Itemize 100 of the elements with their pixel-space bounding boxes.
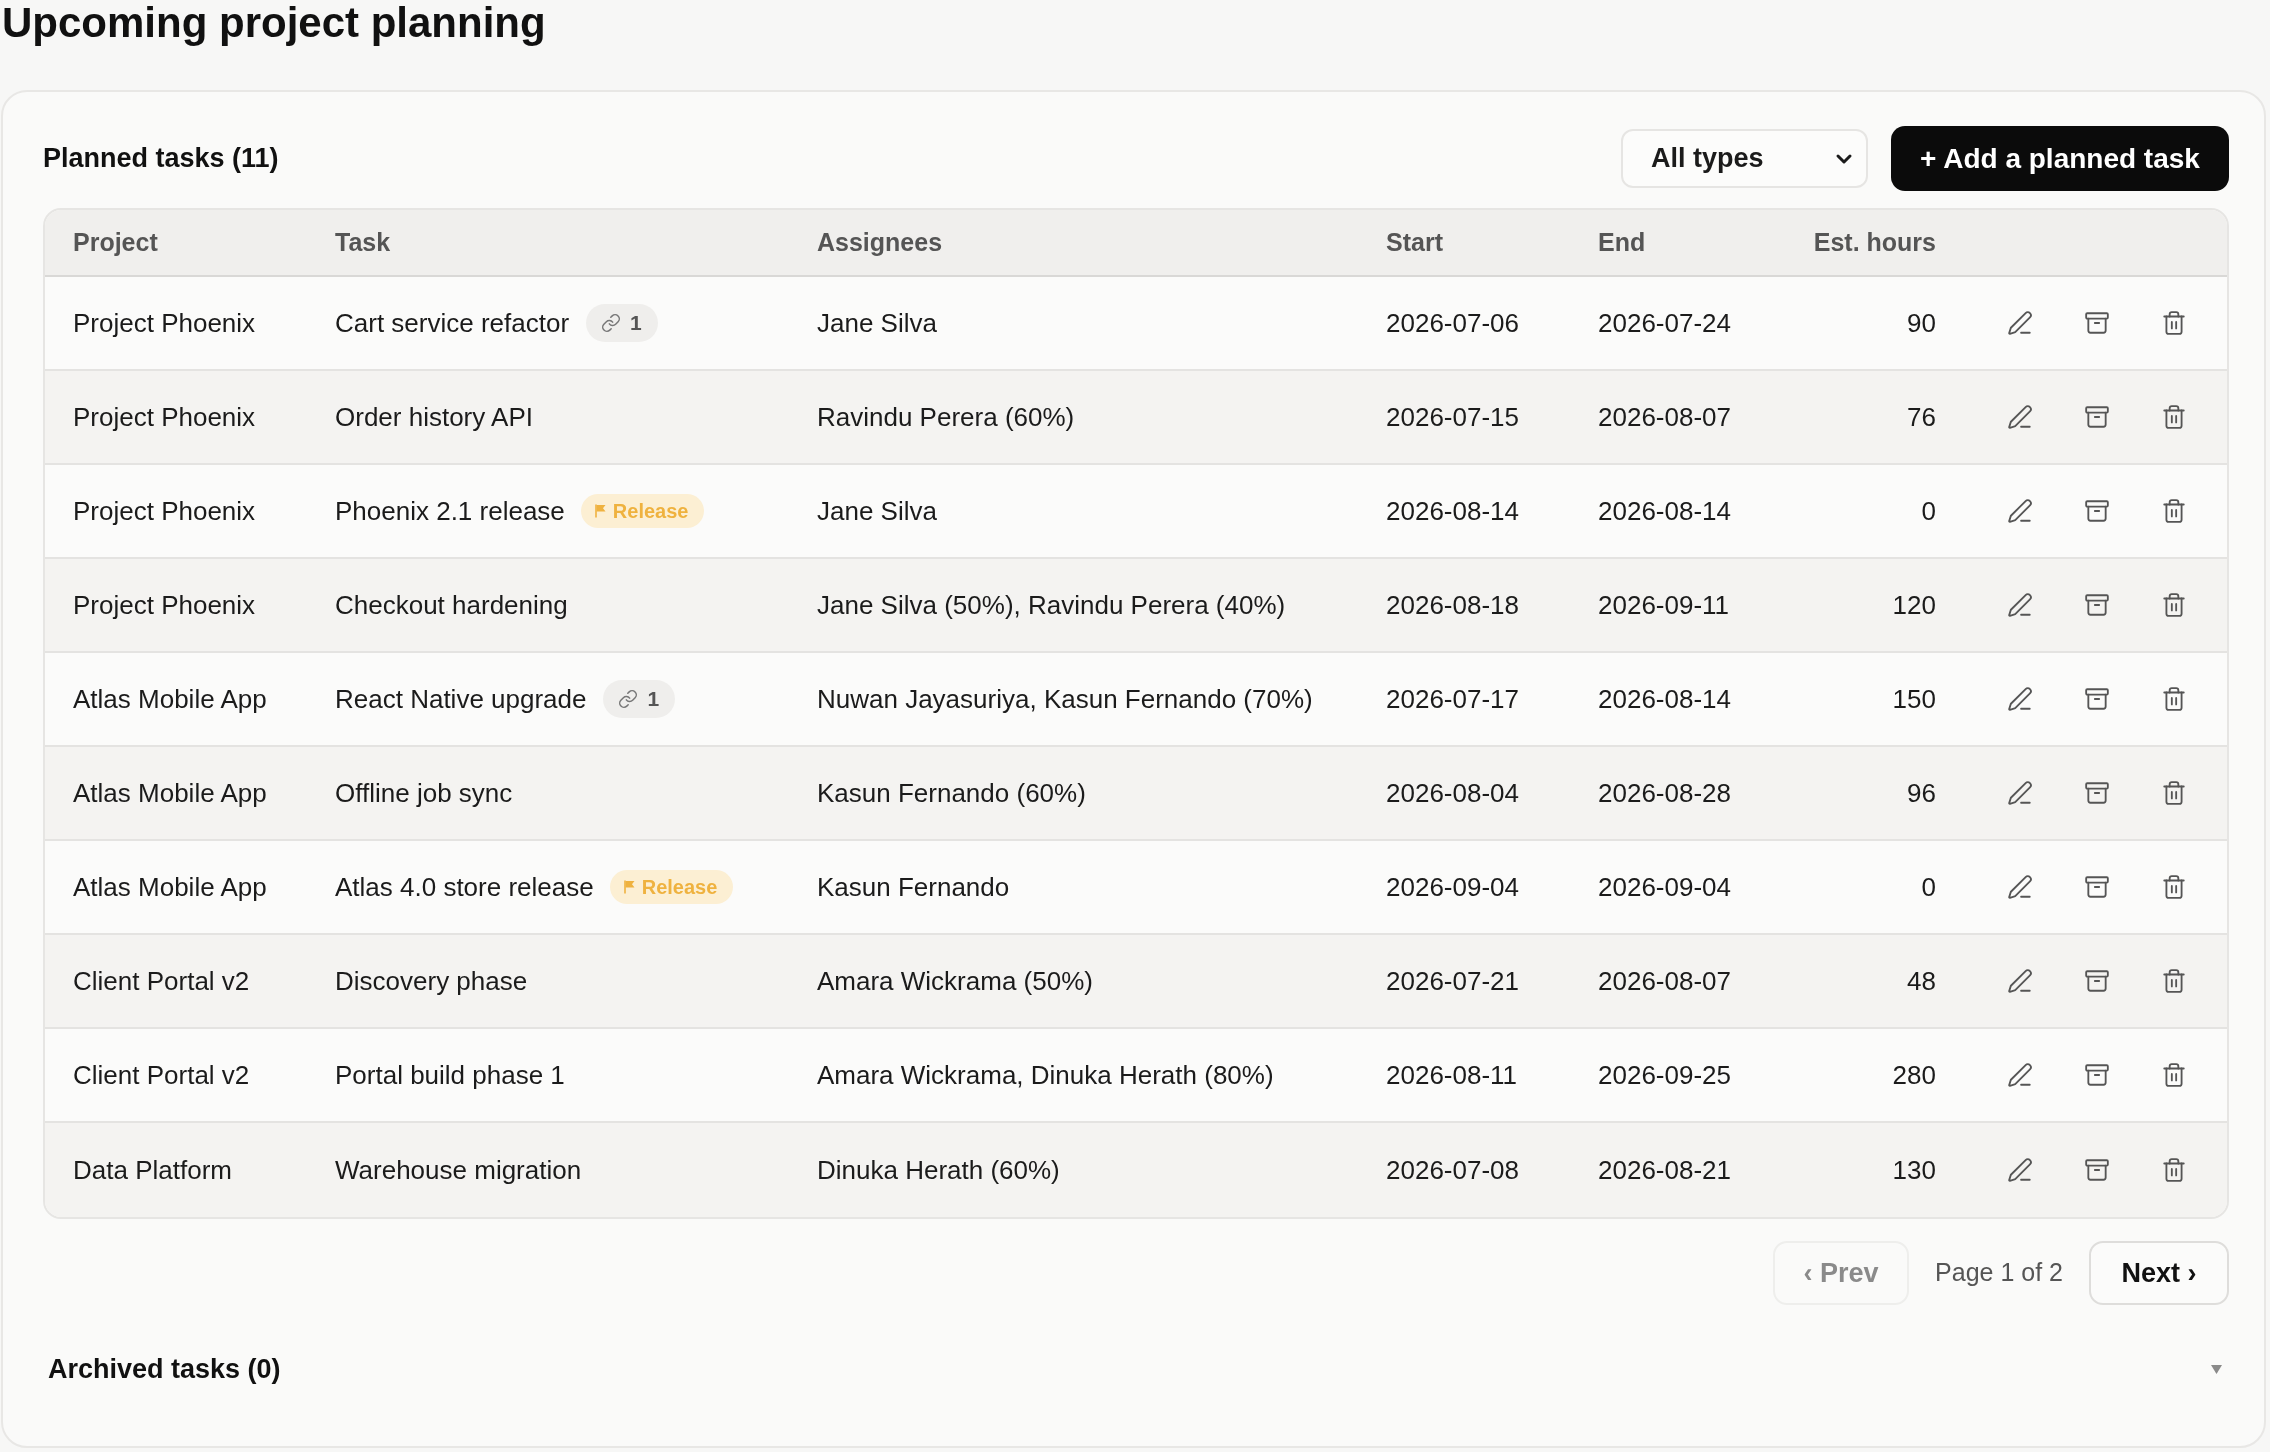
start-date: 2026-07-06	[1386, 306, 1519, 340]
end-date: 2026-08-14	[1598, 682, 1731, 716]
archive-box-icon	[2084, 592, 2110, 618]
estimated-hours: 120	[1892, 588, 1936, 622]
trash-icon	[2161, 498, 2187, 524]
end-date: 2026-08-07	[1598, 964, 1731, 998]
pencil-icon	[2007, 686, 2033, 712]
task-name: Atlas 4.0 store release	[335, 870, 594, 904]
start-date: 2026-09-04	[1386, 870, 1519, 904]
archived-tasks-heading[interactable]: Archived tasks (0)	[48, 1348, 281, 1390]
section-title: Planned tasks (11)	[43, 142, 279, 176]
flag-icon	[594, 504, 606, 518]
trash-icon	[2161, 1157, 2187, 1183]
start-date: 2026-08-04	[1386, 776, 1519, 810]
project-name: Project Phoenix	[73, 588, 256, 622]
pencil-icon	[2007, 592, 2033, 618]
assignees-text: Dinuka Herath (60%)	[817, 1153, 1060, 1187]
pencil-icon	[2007, 1062, 2033, 1088]
page-title: Upcoming project planning	[1, 0, 546, 46]
next-page-button[interactable]: Next ›	[2089, 1241, 2229, 1305]
start-date: 2026-07-08	[1386, 1153, 1519, 1187]
pencil-icon	[2007, 874, 2033, 900]
task-name: Portal build phase 1	[335, 1058, 565, 1092]
assignees-text: Jane Silva	[817, 494, 937, 528]
archive-box-icon	[2084, 968, 2110, 994]
trash-icon	[2161, 874, 2187, 900]
pencil-icon	[2007, 310, 2033, 336]
assignees-text: Ravindu Perera (60%)	[817, 400, 1075, 434]
project-name: Project Phoenix	[73, 306, 256, 340]
archive-box-icon	[2084, 404, 2110, 430]
task-name: Phoenix 2.1 release	[335, 494, 565, 528]
archive-box-icon	[2084, 874, 2110, 900]
estimated-hours: 0	[1921, 870, 1936, 904]
estimated-hours: 96	[1907, 776, 1936, 810]
archive-box-icon	[2084, 1157, 2110, 1183]
link-icon	[618, 689, 639, 709]
task-name: Discovery phase	[335, 964, 528, 998]
pencil-icon	[2007, 780, 2033, 806]
column-header: Est. hours	[1813, 226, 1936, 258]
assignees-text: Nuwan Jayasuriya, Kasun Fernando (70%)	[817, 682, 1313, 716]
estimated-hours: 280	[1892, 1058, 1936, 1092]
archive-box-icon	[2084, 310, 2110, 336]
pencil-icon	[2007, 968, 2033, 994]
start-date: 2026-08-18	[1386, 588, 1519, 622]
assignees-text: Jane Silva (50%), Ravindu Perera (40%)	[817, 588, 1286, 622]
archive-box-icon	[2084, 686, 2110, 712]
release-label: Release	[641, 875, 718, 900]
link-icon	[601, 313, 622, 333]
trash-icon	[2161, 310, 2187, 336]
task-name: Offline job sync	[335, 776, 513, 810]
task-name: React Native upgrade	[335, 682, 587, 716]
pencil-icon	[2007, 1157, 2033, 1183]
trash-icon	[2161, 592, 2187, 618]
archive-box-icon	[2084, 780, 2110, 806]
project-name: Project Phoenix	[73, 400, 256, 434]
project-name: Atlas Mobile App	[73, 682, 267, 716]
task-name: Cart service refactor	[335, 306, 570, 340]
start-date: 2026-08-14	[1386, 494, 1519, 528]
end-date: 2026-08-07	[1598, 400, 1731, 434]
project-name: Client Portal v2	[73, 964, 250, 998]
estimated-hours: 130	[1892, 1153, 1936, 1187]
column-header: Start	[1386, 226, 1443, 258]
estimated-hours: 0	[1921, 494, 1936, 528]
task-name: Order history API	[335, 400, 533, 434]
end-date: 2026-09-25	[1598, 1058, 1731, 1092]
link-count: 1	[630, 310, 642, 337]
estimated-hours: 48	[1907, 964, 1936, 998]
end-date: 2026-09-04	[1598, 870, 1731, 904]
assignees-text: Amara Wickrama, Dinuka Herath (80%)	[817, 1058, 1274, 1092]
estimated-hours: 90	[1907, 306, 1936, 340]
type-select[interactable]: All types	[1621, 129, 1868, 188]
column-header: Task	[335, 226, 391, 258]
archive-box-icon	[2084, 1062, 2110, 1088]
start-date: 2026-08-11	[1386, 1058, 1518, 1092]
estimated-hours: 150	[1892, 682, 1936, 716]
link-count: 1	[647, 686, 660, 713]
column-header: Assignees	[817, 226, 943, 258]
start-date: 2026-07-17	[1386, 682, 1519, 716]
start-date: 2026-07-15	[1386, 400, 1519, 434]
end-date: 2026-09-11	[1598, 588, 1730, 622]
release-label: Release	[612, 499, 689, 524]
end-date: 2026-07-24	[1598, 306, 1731, 340]
trash-icon	[2161, 968, 2187, 994]
trash-icon	[2161, 780, 2187, 806]
pencil-icon	[2007, 498, 2033, 524]
page-indicator: Page 1 of 2	[1935, 1257, 2063, 1289]
estimated-hours: 76	[1907, 400, 1936, 434]
flag-icon	[623, 880, 635, 894]
start-date: 2026-07-21	[1386, 964, 1519, 998]
column-header: End	[1598, 226, 1646, 258]
trash-icon	[2161, 686, 2187, 712]
project-name: Atlas Mobile App	[73, 776, 267, 810]
end-date: 2026-08-14	[1598, 494, 1731, 528]
end-date: 2026-08-28	[1598, 776, 1731, 810]
assignees-text: Jane Silva	[817, 306, 937, 340]
trash-icon	[2161, 1062, 2187, 1088]
assignees-text: Kasun Fernando	[817, 870, 1010, 904]
pencil-icon	[2007, 404, 2033, 430]
caret-down-icon[interactable]	[2211, 1364, 2222, 1374]
add-task-button[interactable]: + Add a planned task	[1891, 126, 2229, 191]
